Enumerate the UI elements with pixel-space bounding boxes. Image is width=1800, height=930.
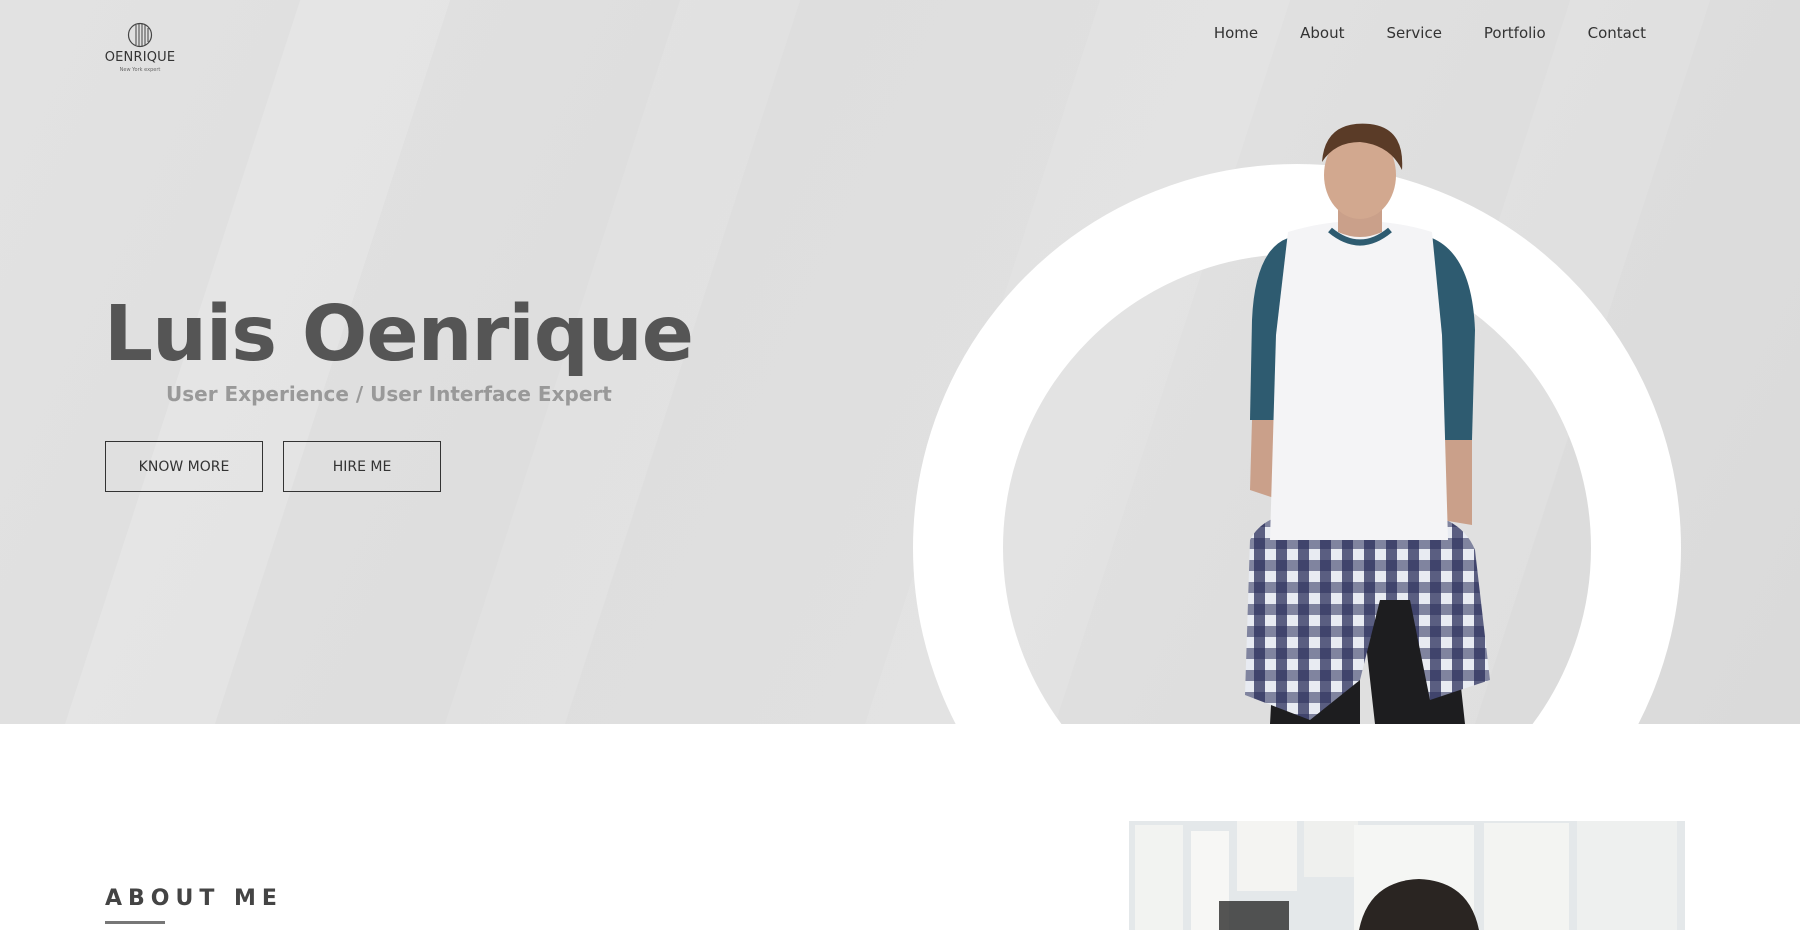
- nav-item-home[interactable]: Home: [1214, 24, 1258, 42]
- hero-name: Luis Oenrique: [104, 290, 694, 379]
- hero-subtitle: User Experience / User Interface Expert: [166, 382, 612, 406]
- about-photo: [1129, 821, 1685, 930]
- hire-me-button[interactable]: HIRE ME: [283, 441, 441, 492]
- about-title: ABOUT ME: [105, 886, 283, 911]
- nav-item-service[interactable]: Service: [1386, 24, 1441, 42]
- nav-item-contact[interactable]: Contact: [1588, 24, 1646, 42]
- nav-item-about[interactable]: About: [1300, 24, 1344, 42]
- brand-logo[interactable]: OENRIQUE New York expert: [104, 22, 176, 73]
- person-photo: [1245, 123, 1490, 724]
- about-underline: [105, 921, 165, 924]
- striped-globe-icon: [127, 22, 153, 48]
- brand-name: OENRIQUE: [104, 50, 176, 65]
- hero-section: OENRIQUE New York expert Home About Serv…: [0, 0, 1800, 724]
- brand-tagline: New York expert: [119, 67, 161, 73]
- workspace-photo: [1129, 821, 1685, 930]
- nav-item-portfolio[interactable]: Portfolio: [1484, 24, 1546, 42]
- main-nav: Home About Service Portfolio Contact: [1214, 24, 1646, 42]
- know-more-button[interactable]: KNOW MORE: [105, 441, 263, 492]
